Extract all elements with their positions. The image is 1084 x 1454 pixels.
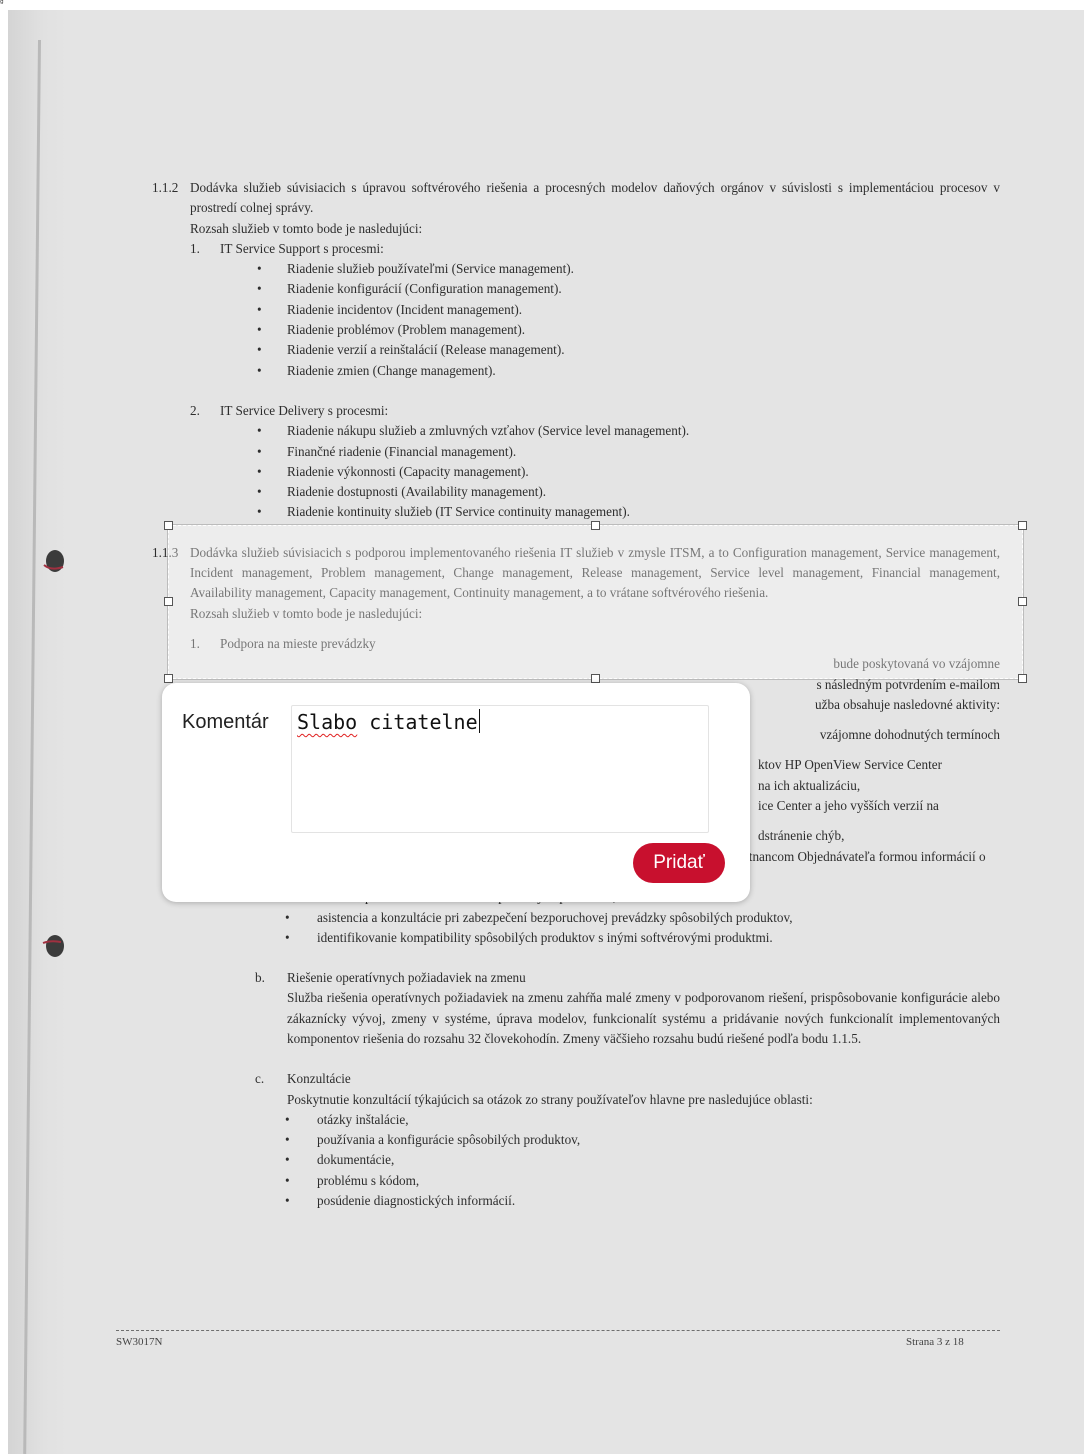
subsection-c: c. Konzultácie Poskytnutie konzultácií t… (152, 1069, 1000, 1110)
partial-line: dstránenie chýb, (758, 828, 845, 844)
partial-line: na ich aktualizáciu, (758, 777, 861, 793)
list-item: identifikovanie kompatibility spôsobilýc… (285, 928, 1000, 949)
group-title: IT Service Delivery s procesmi: (220, 402, 389, 418)
resize-handle-top-left[interactable] (164, 521, 173, 530)
comment-input[interactable]: Slabo citatelne (291, 705, 709, 833)
subsection-letter: c. (255, 1071, 265, 1087)
group-1-list: Riadenie služieb používateľmi (Service m… (152, 259, 1000, 381)
section-scope: Rozsah služieb v tomto bode je nasledujú… (190, 220, 423, 236)
misspelled-word: Slabo (297, 710, 358, 734)
footer-page-number: Strana 3 z 18 (906, 1336, 964, 1348)
list-item: dokumentácie, (285, 1150, 1000, 1171)
resize-handle-bottom[interactable] (591, 674, 600, 683)
partial-line: užba obsahuje nasledovné aktivity: (815, 696, 1000, 712)
partial-line: ice Center a jeho vyšších verzií na (758, 798, 939, 814)
subsection-b: b. Riešenie operatívnych požiadaviek na … (152, 968, 1000, 1049)
list-item: Riadenie zmien (Change management). (257, 361, 1000, 382)
subsection-title: Riešenie operatívnych požiadaviek na zme… (287, 970, 526, 986)
resize-handle-right[interactable] (1018, 597, 1027, 606)
section-title: Dodávka služieb súvisiacich s úpravou so… (190, 180, 1000, 216)
comment-label: Komentár (182, 711, 269, 733)
list-item: Riadenie dostupnosti (Availability manag… (257, 482, 1000, 503)
subsection-letter: b. (255, 970, 265, 986)
resize-handle-left[interactable] (164, 597, 173, 606)
list-item: otázky inštalácie, (285, 1110, 1000, 1131)
selection-box[interactable] (164, 521, 1027, 683)
list-item: Riadenie nákupu služieb a zmluvných vzťa… (257, 421, 1000, 442)
comment-input-value[interactable]: Slabo citatelne (297, 709, 481, 734)
resize-handle-top-right[interactable] (1018, 521, 1027, 530)
punch-hole-icon (41, 930, 69, 962)
list-item: Riadenie problémov (Problem management). (257, 320, 1000, 341)
list-item: Finančné riadenie (Financial management)… (257, 442, 1000, 463)
subsection-text: Poskytnutie konzultácií týkajúcich sa ot… (287, 1091, 813, 1107)
resize-handle-top[interactable] (591, 521, 600, 530)
subsection-text: Služba riešenia operatívnych požiadaviek… (287, 990, 1000, 1046)
section-1-1-2: 1.1.2 Dodávka služieb súvisiacich s úpra… (152, 178, 1000, 239)
list-item: posúdenie diagnostických informácií. (285, 1191, 1000, 1212)
punch-hole-icon (41, 545, 69, 577)
group-title: IT Service Support s procesmi: (220, 240, 384, 256)
comment-popup: Komentár Slabo citatelne Pridať (162, 683, 750, 902)
service-group-2: 2. IT Service Delivery s procesmi: (152, 401, 1000, 421)
list-item: Riadenie výkonnosti (Capacity management… (257, 462, 1000, 483)
resize-handle-bottom-right[interactable] (1018, 674, 1027, 683)
partial-line: vzájomne dohodnutých termínoch (819, 727, 1000, 743)
list-item: Riadenie verzií a reinštalácií (Release … (257, 340, 1000, 361)
footer-doc-code: SW3017N (116, 1336, 163, 1348)
partial-line: ktov HP OpenView Service Center (758, 757, 943, 773)
section-number: 1.1.2 (152, 180, 179, 195)
service-group-1: 1. IT Service Support s procesmi: (152, 239, 1000, 259)
list-item: používania a konfigurácie spôsobilých pr… (285, 1130, 1000, 1151)
list-item: Riadenie kontinuity služieb (IT Service … (257, 502, 1000, 523)
group-2-list: Riadenie nákupu služieb a zmluvných vzťa… (152, 421, 1000, 523)
footer-rule (116, 1330, 1000, 1331)
subsection-title: Konzultácie (287, 1071, 351, 1087)
list-item: problému s kódom, (285, 1171, 1000, 1192)
group-number: 2. (190, 402, 200, 418)
list-item: asistencia a konzultácie pri zabezpečení… (285, 908, 1000, 929)
input-rest-text: citatelne (357, 710, 478, 734)
group-number: 1. (190, 240, 200, 256)
consultation-bullets: otázky inštalácie, používania a konfigur… (152, 1110, 1000, 1212)
list-item: Riadenie incidentov (Incident management… (257, 300, 1000, 321)
resize-handle-bottom-left[interactable] (164, 674, 173, 683)
menu-icon[interactable]: ᵍ (0, 0, 10, 9)
list-item: Riadenie konfigurácií (Configuration man… (257, 279, 1000, 300)
add-comment-button[interactable]: Pridať (633, 843, 725, 883)
text-caret (478, 709, 481, 733)
list-item: Riadenie služieb používateľmi (Service m… (257, 259, 1000, 280)
